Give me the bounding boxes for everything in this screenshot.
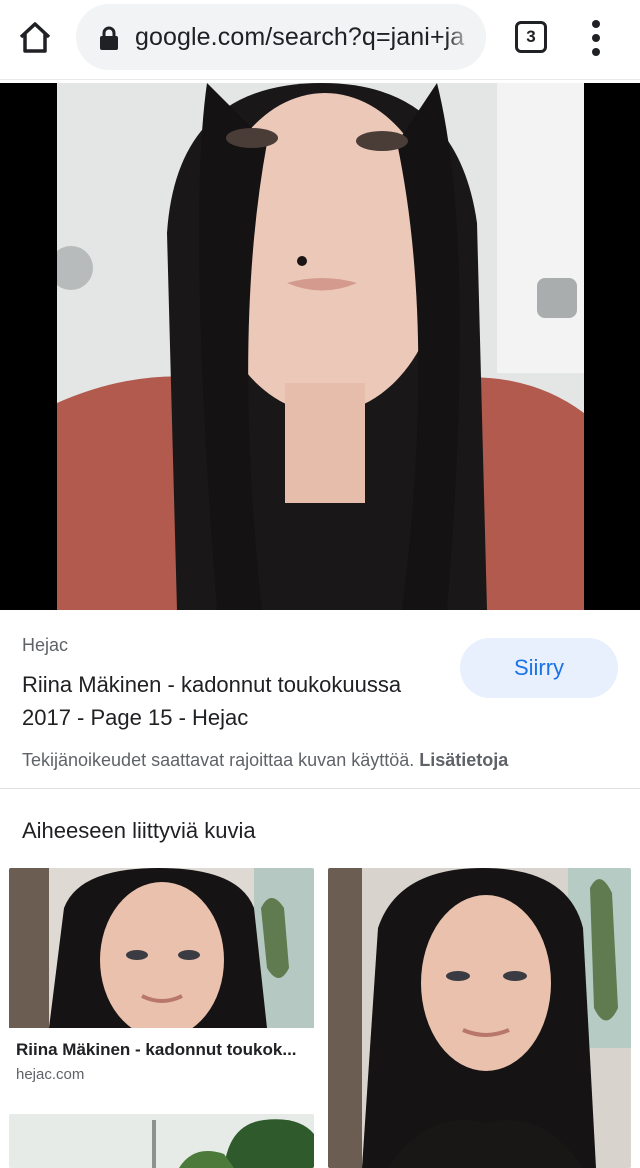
url-text[interactable]: google.com/search?q=jani+ja <box>135 23 475 52</box>
url-fade <box>446 4 486 70</box>
related-image-title[interactable]: Riina Mäkinen - kadonnut toukok... <box>16 1040 297 1060</box>
copyright-notice: Tekijänoikeudet saattavat rajoittaa kuva… <box>22 750 508 771</box>
related-image-thumbnail[interactable] <box>9 868 314 1028</box>
visit-button[interactable]: Siirry <box>460 638 618 698</box>
image-viewer <box>0 83 640 610</box>
result-image[interactable] <box>57 83 584 610</box>
result-title[interactable]: Riina Mäkinen - kadonnut toukokuussa 201… <box>22 668 442 734</box>
home-icon <box>19 22 51 53</box>
browser-toolbar: google.com/search?q=jani+ja 3 <box>0 0 640 80</box>
related-image-domain: hejac.com <box>16 1066 85 1083</box>
home-button[interactable] <box>14 18 56 58</box>
result-source: Hejac <box>22 635 69 655</box>
more-vert-icon[interactable] <box>586 18 608 58</box>
copyright-text: Tekijänoikeudet saattavat rajoittaa kuva… <box>22 750 415 770</box>
related-image-card[interactable] <box>328 868 631 1168</box>
divider <box>0 788 640 789</box>
lock-icon <box>98 26 120 50</box>
address-bar[interactable]: google.com/search?q=jani+ja <box>76 4 486 70</box>
related-image-thumbnail[interactable] <box>328 868 631 1168</box>
related-images-heading: Aiheeseen liittyviä kuvia <box>22 818 256 843</box>
tab-switcher-icon[interactable]: 3 <box>515 21 547 53</box>
related-image-card[interactable]: Riina Mäkinen - kadonnut toukok... hejac… <box>9 868 314 1100</box>
related-image-thumbnail[interactable] <box>9 1114 314 1168</box>
related-image-card[interactable] <box>9 1114 314 1168</box>
learn-more-link[interactable]: Lisätietoja <box>419 750 508 770</box>
